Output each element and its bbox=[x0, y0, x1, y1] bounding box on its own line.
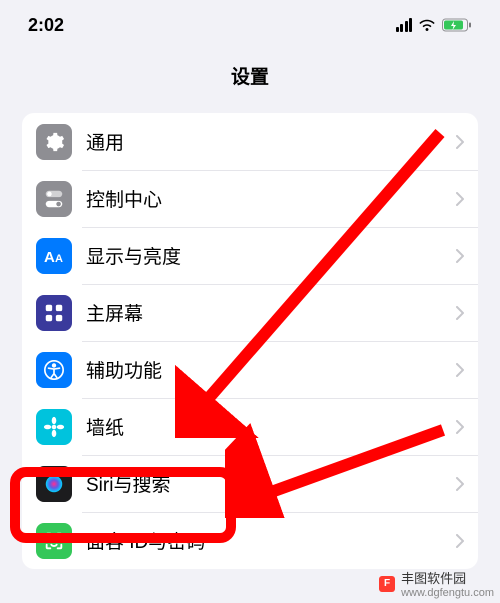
chevron-right-icon bbox=[456, 249, 464, 263]
watermark-logo-icon: F bbox=[379, 576, 395, 592]
settings-list: 通用 控制中心 AA 显示与亮度 主屏幕 辅助功能 墙纸 Siri与搜索 面容 … bbox=[22, 113, 478, 569]
label-general: 通用 bbox=[86, 128, 456, 155]
faceid-icon bbox=[36, 523, 72, 559]
label-siri: Siri与搜索 bbox=[86, 470, 456, 497]
row-general[interactable]: 通用 bbox=[22, 113, 478, 170]
accessibility-icon bbox=[36, 352, 72, 388]
status-bar: 2:02 bbox=[0, 0, 500, 44]
siri-icon bbox=[36, 466, 72, 502]
status-icons bbox=[396, 18, 473, 32]
svg-text:A: A bbox=[55, 253, 63, 265]
row-home-screen[interactable]: 主屏幕 bbox=[22, 284, 478, 341]
label-control: 控制中心 bbox=[86, 185, 456, 212]
label-wallpaper: 墙纸 bbox=[86, 413, 456, 440]
row-accessibility[interactable]: 辅助功能 bbox=[22, 341, 478, 398]
row-control-center[interactable]: 控制中心 bbox=[22, 170, 478, 227]
chevron-right-icon bbox=[456, 306, 464, 320]
battery-icon bbox=[442, 18, 472, 32]
cellular-signal-icon bbox=[396, 18, 413, 32]
row-siri[interactable]: Siri与搜索 bbox=[22, 455, 478, 512]
grid-icon bbox=[36, 295, 72, 331]
toggle-icon bbox=[36, 181, 72, 217]
wifi-icon bbox=[418, 18, 436, 32]
gear-icon bbox=[36, 124, 72, 160]
label-faceid: 面容 ID与密码 bbox=[86, 527, 456, 554]
chevron-right-icon bbox=[456, 477, 464, 491]
watermark-url: www.dgfengtu.com bbox=[401, 587, 494, 599]
chevron-right-icon bbox=[456, 135, 464, 149]
watermark-text: 丰图软件园 bbox=[401, 568, 494, 587]
row-faceid[interactable]: 面容 ID与密码 bbox=[22, 512, 478, 569]
chevron-right-icon bbox=[456, 534, 464, 548]
svg-text:A: A bbox=[44, 249, 55, 266]
row-display[interactable]: AA 显示与亮度 bbox=[22, 227, 478, 284]
chevron-right-icon bbox=[456, 363, 464, 377]
watermark: F 丰图软件园 www.dgfengtu.com bbox=[379, 568, 494, 599]
chevron-right-icon bbox=[456, 420, 464, 434]
label-home: 主屏幕 bbox=[86, 299, 456, 326]
status-time: 2:02 bbox=[28, 15, 64, 36]
page-title: 设置 bbox=[0, 44, 500, 113]
text-size-icon: AA bbox=[36, 238, 72, 274]
label-display: 显示与亮度 bbox=[86, 242, 456, 269]
flower-icon bbox=[36, 409, 72, 445]
chevron-right-icon bbox=[456, 192, 464, 206]
row-wallpaper[interactable]: 墙纸 bbox=[22, 398, 478, 455]
label-access: 辅助功能 bbox=[86, 356, 456, 383]
